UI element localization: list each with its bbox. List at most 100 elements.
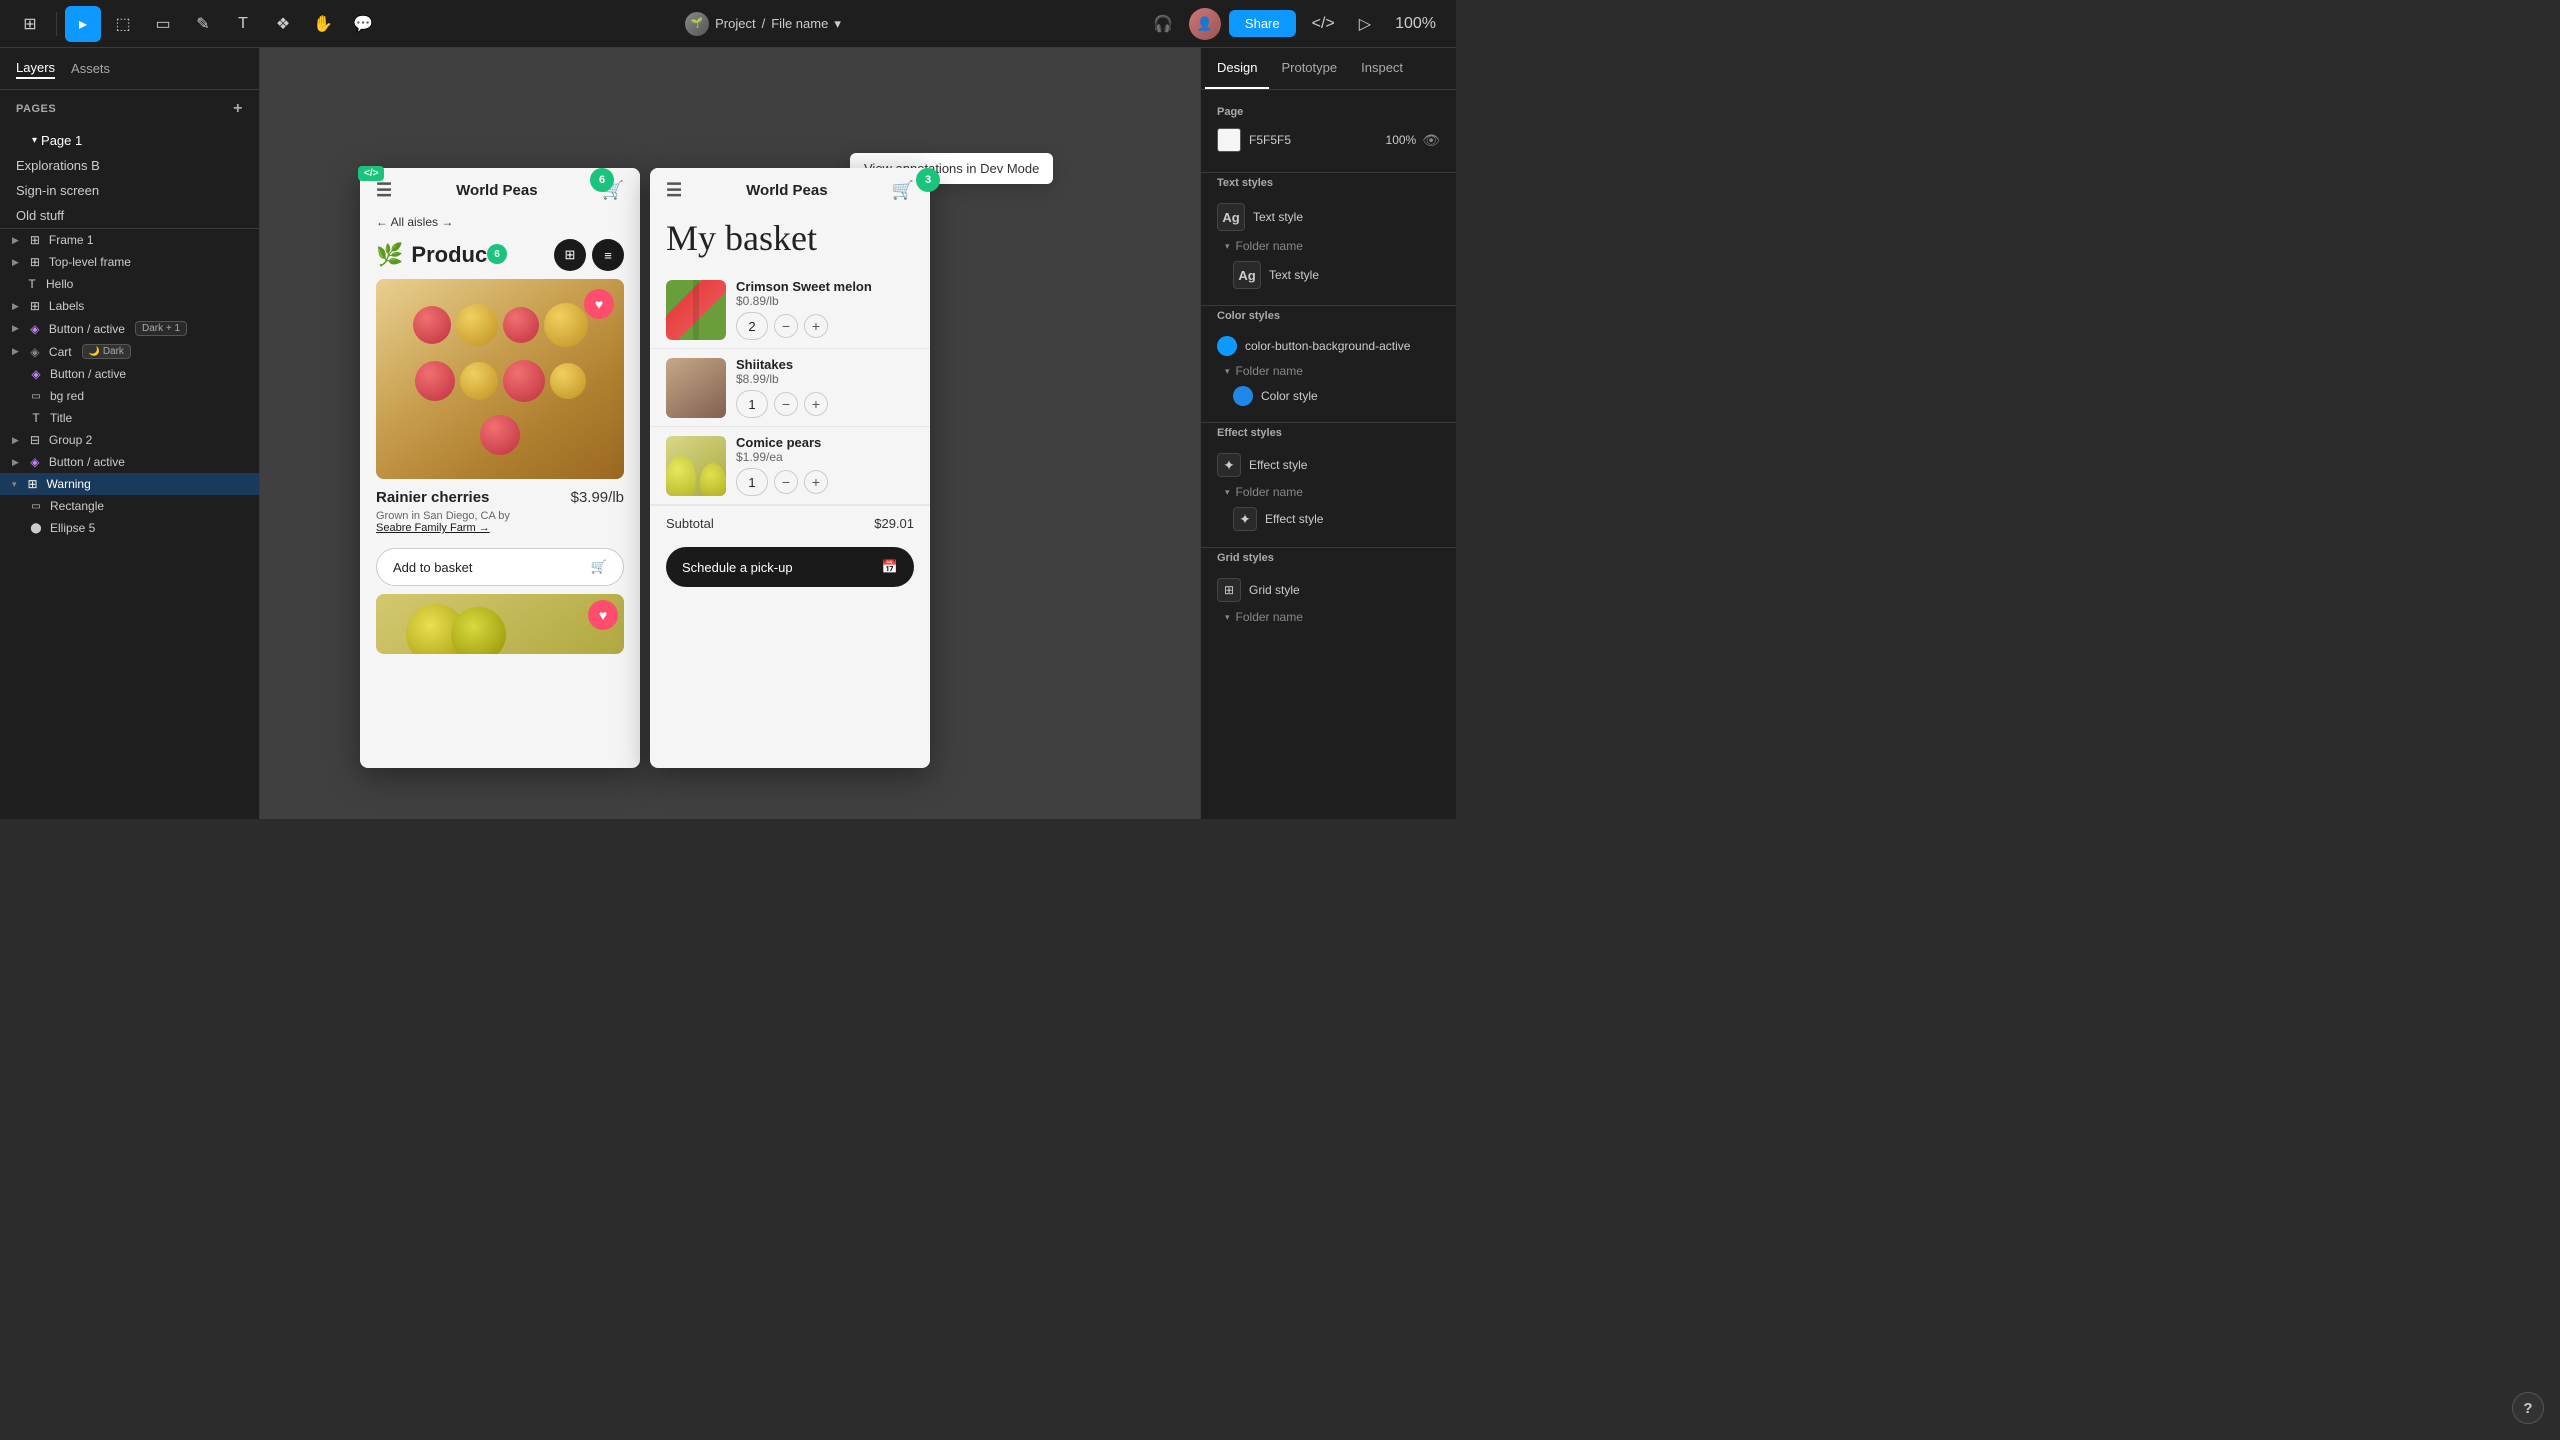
canvas-area[interactable]: </> 6 3 View annotations in Dev Mode ☰ W… <box>260 48 1200 819</box>
add-basket-label: Add to basket <box>393 560 473 575</box>
layer-warning[interactable]: ▾ ⊞ Warning <box>0 473 259 495</box>
farm-link[interactable]: Seabre Family Farm → <box>376 522 490 534</box>
page-item-explorations[interactable]: Explorations B <box>0 153 259 178</box>
visibility-icon[interactable]: 👁 <box>1422 132 1440 149</box>
melon-decrease-button[interactable]: − <box>774 314 798 338</box>
folder-chevron-icon3: ▾ <box>1225 487 1230 498</box>
schedule-pickup-button[interactable]: Schedule a pick-up 📅 <box>666 547 914 587</box>
page-color-swatch[interactable] <box>1217 128 1241 152</box>
text-tool-button[interactable]: T <box>225 6 261 42</box>
color-styles-folder[interactable]: ▾ Folder name <box>1217 360 1440 382</box>
basket-item-pears: Comice pears $1.99/ea 1 − + <box>650 427 930 505</box>
project-breadcrumb[interactable]: Project / File name ▾ <box>715 16 841 32</box>
rect-icon: ▭ <box>28 391 44 402</box>
chevron-icon: ▶ <box>12 457 19 468</box>
user-avatar[interactable]: 👤 <box>1189 8 1221 40</box>
layer-labels[interactable]: ▶ ⊞ Labels <box>0 295 259 317</box>
text-style-item-2[interactable]: Ag Text style <box>1217 257 1440 293</box>
list-view-button[interactable]: ≡ <box>592 239 624 271</box>
layer-ellipse5[interactable]: ⬤ Ellipse 5 <box>0 517 259 539</box>
shiitakes-info: Shiitakes $8.99/lb 1 − + <box>736 357 914 418</box>
phone-screen-produce: ☰ World Peas 🛒 ← All aisles → 6 🌿 Produc… <box>360 168 640 768</box>
ag-icon-2: Ag <box>1233 261 1261 289</box>
layer-title[interactable]: T Title <box>0 407 259 429</box>
grid-styles-section: Grid styles ⊞ Grid style ▾ Folder name <box>1201 548 1456 640</box>
layer-button-active[interactable]: ▶ ◈ Button / active Dark + 1 <box>0 317 259 340</box>
produce-title: 🌿 Produce <box>376 242 499 268</box>
code-view-button[interactable]: </> <box>1304 11 1343 37</box>
frame-tool-button[interactable]: ⬚ <box>105 6 141 42</box>
color-style-item-2[interactable]: Color style <box>1217 382 1440 410</box>
all-aisles-nav[interactable]: ← All aisles → <box>360 209 640 235</box>
color-style-item-1[interactable]: color-button-background-active <box>1217 332 1440 360</box>
page-item-page1[interactable]: ▾ Page 1 <box>0 128 259 153</box>
inspect-tab[interactable]: Inspect <box>1349 48 1415 89</box>
shiitakes-increase-button[interactable]: + <box>804 392 828 416</box>
effect-style-item-1[interactable]: ✦ Effect style <box>1217 449 1440 481</box>
page-opacity: 100% <box>1386 133 1417 147</box>
cherry-dot <box>413 306 451 344</box>
pears-decrease-button[interactable]: − <box>774 470 798 494</box>
code-annotation-badge[interactable]: </> <box>358 166 384 181</box>
comment-tool-button[interactable]: 💬 <box>345 6 381 42</box>
effect-style-item-2[interactable]: ✦ Effect style <box>1217 503 1440 535</box>
melon-price: $0.89/lb <box>736 294 914 308</box>
layer-group2[interactable]: ▶ ⊟ Group 2 <box>0 429 259 451</box>
layer-button-active2[interactable]: ▶ ◈ Button / active <box>0 451 259 473</box>
assets-tab[interactable]: Assets <box>71 59 110 78</box>
toolbar: ⊞ ▸ ⬚ ▭ ✎ T ❖ ✋ 💬 🌱 Project / File name … <box>0 0 1456 48</box>
cherry-dot <box>550 363 586 399</box>
home-button[interactable]: ⊞ <box>12 6 48 42</box>
grid-style-item-1[interactable]: ⊞ Grid style <box>1217 574 1440 606</box>
produce-view-icons: ⊞ ≡ <box>554 239 624 271</box>
basket-icon: 🛒 <box>591 559 607 575</box>
layer-top-level-frame[interactable]: ▶ ⊞ Top-level frame <box>0 251 259 273</box>
pears-qty-control: 1 − + <box>736 468 914 496</box>
play-button[interactable]: ▷ <box>1351 10 1379 38</box>
chevron-icon: ▶ <box>12 346 19 357</box>
pen-tool-button[interactable]: ✎ <box>185 6 221 42</box>
add-to-basket-button[interactable]: Add to basket 🛒 <box>376 548 624 586</box>
layer-cart[interactable]: ▶ ◈ Cart 🌙 Dark <box>0 340 259 363</box>
melon-name: Crimson Sweet melon <box>736 279 914 294</box>
hamburger-icon2[interactable]: ☰ <box>666 180 682 201</box>
rect-tool-button[interactable]: ▭ <box>145 6 181 42</box>
folder-chevron-icon: ▾ <box>1225 241 1230 252</box>
prototype-tab[interactable]: Prototype <box>1269 48 1349 89</box>
shiitakes-name: Shiitakes <box>736 357 914 372</box>
grid-view-button[interactable]: ⊞ <box>554 239 586 271</box>
item-name: Rainier cherries <box>376 489 489 506</box>
headphone-button[interactable]: 🎧 <box>1145 10 1181 38</box>
zoom-button[interactable]: 100% <box>1387 11 1444 37</box>
melon-info: Crimson Sweet melon $0.89/lb 2 − + <box>736 279 914 340</box>
page-item-old[interactable]: Old stuff <box>0 203 259 228</box>
select-tool-button[interactable]: ▸ <box>65 6 101 42</box>
layers-tab[interactable]: Layers <box>16 58 55 79</box>
file-name-label: File name <box>771 16 828 31</box>
favorite-button[interactable]: ♥ <box>584 289 614 319</box>
melon-increase-button[interactable]: + <box>804 314 828 338</box>
layer-frame1[interactable]: ▶ ⊞ Frame 1 <box>0 229 259 251</box>
layer-rectangle[interactable]: ▭ Rectangle <box>0 495 259 517</box>
layer-bg-red[interactable]: ▭ bg red <box>0 385 259 407</box>
effect-styles-folder[interactable]: ▾ Folder name <box>1217 481 1440 503</box>
add-page-button[interactable]: + <box>233 100 243 118</box>
hamburger-icon[interactable]: ☰ <box>376 180 392 201</box>
grid-styles-folder[interactable]: ▾ Folder name <box>1217 606 1440 628</box>
chevron-icon: ▶ <box>12 323 19 334</box>
components-tool-button[interactable]: ❖ <box>265 6 301 42</box>
shiitakes-decrease-button[interactable]: − <box>774 392 798 416</box>
design-tab[interactable]: Design <box>1205 48 1269 89</box>
favorite-button2[interactable]: ♥ <box>588 600 618 630</box>
share-button[interactable]: Share <box>1229 10 1296 37</box>
cart-icon2[interactable]: 🛒 <box>892 180 914 201</box>
text-styles-folder[interactable]: ▾ Folder name <box>1217 235 1440 257</box>
page-item-signin[interactable]: Sign-in screen <box>0 178 259 203</box>
layer-button-active-child[interactable]: ◈ Button / active <box>0 363 259 385</box>
pears-increase-button[interactable]: + <box>804 470 828 494</box>
hand-tool-button[interactable]: ✋ <box>305 6 341 42</box>
text-style-item-1[interactable]: Ag Text style <box>1217 199 1440 235</box>
layer-hello[interactable]: T Hello <box>0 273 259 295</box>
calendar-icon: 📅 <box>882 559 898 575</box>
layer-label: Rectangle <box>50 499 104 513</box>
